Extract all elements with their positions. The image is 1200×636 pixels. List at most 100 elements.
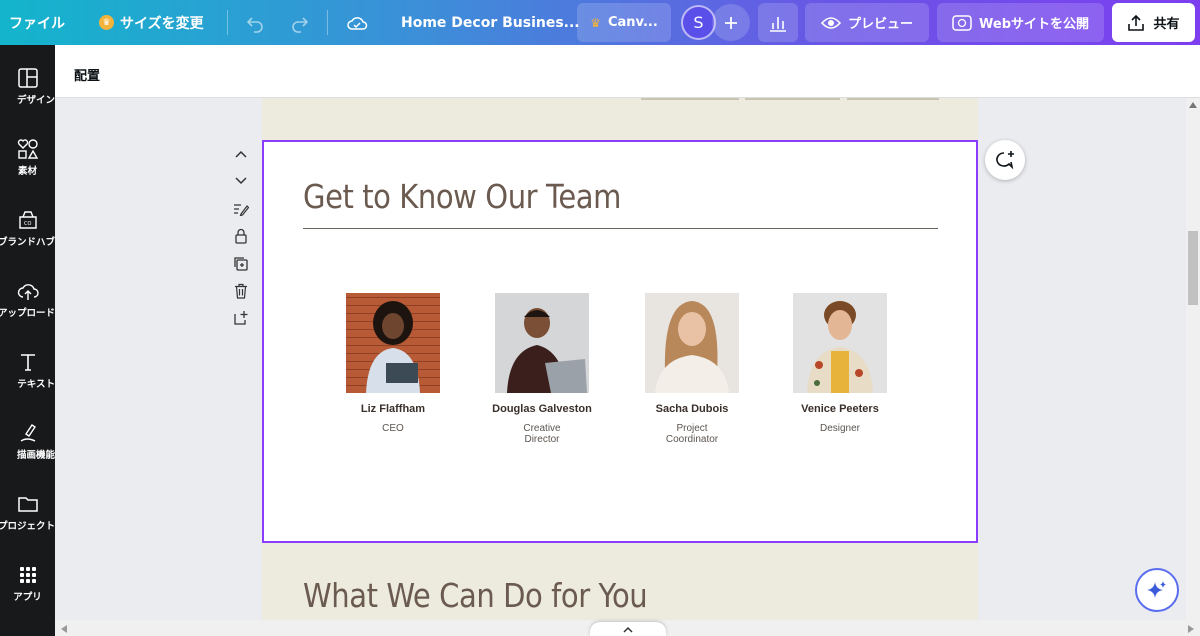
member-role: Project Coordinator	[665, 423, 719, 445]
cloud-save-status[interactable]	[346, 0, 368, 45]
team-member-card[interactable]: Sacha Dubois Project Coordinator	[618, 293, 766, 445]
member-photo[interactable]	[346, 293, 440, 393]
canva-pro-label: Canv...	[607, 15, 658, 30]
sidebar-item-elements[interactable]: 素材	[0, 138, 55, 198]
invite-button[interactable]	[712, 4, 750, 41]
resize-button[interactable]: ♛ サイズを変更	[99, 0, 204, 45]
move-down-button[interactable]	[232, 172, 250, 190]
member-name: Douglas Galveston	[492, 403, 592, 415]
user-avatar[interactable]: S	[681, 5, 716, 40]
divider-line	[745, 98, 840, 100]
previous-section[interactable]	[262, 98, 978, 140]
sidebar-item-text[interactable]: テキスト	[0, 351, 55, 411]
toolbar-divider	[227, 10, 228, 35]
member-role: Creative Director	[523, 423, 561, 445]
share-button[interactable]: 共有	[1112, 3, 1195, 42]
brand-icon: CO	[18, 211, 37, 229]
member-role: CEO	[382, 423, 404, 434]
duplicate-button[interactable]	[232, 255, 250, 273]
sidebar-item-design[interactable]: デザイン	[0, 67, 55, 127]
sidebar-item-label: 描画機能	[16, 450, 55, 461]
text-icon	[20, 354, 35, 371]
undo-button[interactable]	[245, 0, 265, 45]
divider-line	[641, 98, 739, 100]
services-heading[interactable]: What We Can Do for You	[303, 576, 648, 615]
canva-pro-button[interactable]: ♛ Canv...	[577, 3, 671, 42]
team-section[interactable]: Get to Know Our Team Liz Flaffham CEO Do…	[262, 140, 978, 543]
portrait-image	[645, 293, 739, 393]
edit-notes-button[interactable]	[232, 200, 250, 218]
file-menu-label: ファイル	[9, 15, 65, 32]
crown-icon: ♛	[99, 15, 114, 30]
comment-add-icon	[996, 151, 1014, 170]
move-up-button[interactable]	[232, 145, 250, 163]
sidebar-item-uploads[interactable]: アップロード	[0, 280, 55, 340]
member-name: Sacha Dubois	[655, 403, 729, 415]
analytics-button[interactable]	[758, 3, 798, 42]
member-name: Liz Flaffham	[360, 403, 426, 415]
heading-underline	[303, 228, 938, 229]
position-button[interactable]: 配置	[74, 65, 100, 84]
team-member-card[interactable]: Venice Peeters Designer	[766, 293, 914, 434]
delete-button[interactable]	[232, 282, 250, 300]
document-title-text: Home Decor Busines...	[401, 14, 580, 31]
portrait-image	[366, 301, 420, 393]
publish-label: Webサイトを公開	[979, 17, 1089, 32]
sidebar-item-draw[interactable]: 描画機能	[0, 422, 55, 482]
scroll-right-arrow-icon	[1188, 625, 1194, 633]
website-icon	[952, 14, 972, 31]
divider-line	[847, 98, 939, 100]
folder-icon	[17, 497, 38, 512]
member-name: Venice Peeters	[801, 403, 879, 415]
trash-icon	[235, 283, 247, 299]
chevron-up-icon	[235, 150, 247, 158]
top-toolbar: ファイル ♛ サイズを変更 Home Decor Busines... ♛ Ca…	[0, 0, 1200, 45]
cloud-check-icon	[347, 16, 368, 30]
sidebar-item-apps[interactable]: アプリ	[0, 564, 55, 624]
draw-icon	[20, 424, 36, 442]
sidebar-item-label: アップロード	[0, 308, 55, 319]
redo-button[interactable]	[290, 0, 310, 45]
team-member-card[interactable]: Liz Flaffham CEO	[319, 293, 467, 434]
preview-button[interactable]: プレビュー	[805, 3, 929, 42]
add-section-button[interactable]	[232, 309, 250, 327]
website-page: Get to Know Our Team Liz Flaffham CEO Do…	[262, 98, 978, 620]
bar-chart-icon	[770, 16, 786, 32]
team-member-card[interactable]: Douglas Galveston Creative Director	[468, 293, 616, 445]
avatar-initial: S	[693, 13, 704, 32]
member-photo[interactable]	[793, 293, 887, 393]
sidebar-item-projects[interactable]: プロジェクト	[0, 493, 55, 553]
portrait-image	[495, 293, 589, 393]
share-label: 共有	[1153, 17, 1180, 32]
file-menu-button[interactable]: ファイル	[9, 0, 65, 45]
services-section[interactable]: What We Can Do for You	[262, 543, 978, 620]
add-comment-button[interactable]	[985, 140, 1025, 180]
sidebar-item-label: 素材	[17, 166, 37, 177]
layout-icon	[17, 68, 38, 88]
left-sidebar: デザイン 素材 CO ブランドハブ アップロード テキスト 描画機能 プロジェク…	[0, 45, 55, 636]
sidebar-item-brand-hub[interactable]: CO ブランドハブ	[0, 209, 55, 269]
portrait-image	[793, 293, 887, 393]
scroll-left-arrow-icon	[61, 625, 67, 633]
resize-label: サイズを変更	[120, 15, 204, 32]
member-role: Designer	[819, 423, 861, 434]
vertical-scroll-thumb[interactable]	[1188, 231, 1198, 305]
team-heading[interactable]: Get to Know Our Team	[303, 177, 621, 216]
sidebar-item-label: アプリ	[13, 592, 42, 603]
duplicate-icon	[234, 257, 248, 271]
lock-button[interactable]	[232, 227, 250, 245]
member-photo[interactable]	[495, 293, 589, 393]
member-photo[interactable]	[645, 293, 739, 393]
vertical-scrollbar[interactable]	[1186, 98, 1200, 620]
sidebar-item-label: テキスト	[17, 379, 55, 390]
magic-assistant-button[interactable]	[1135, 568, 1179, 612]
svg-text:CO: CO	[24, 221, 31, 227]
toolbar-divider	[327, 10, 328, 35]
page-panel-toggle[interactable]	[590, 622, 666, 636]
publish-website-button[interactable]: Webサイトを公開	[937, 3, 1104, 42]
redo-icon	[292, 16, 309, 33]
lock-icon	[235, 228, 247, 244]
context-toolbar: 配置	[55, 45, 1200, 98]
chevron-down-icon	[235, 177, 247, 185]
document-title[interactable]: Home Decor Busines...	[401, 0, 580, 45]
